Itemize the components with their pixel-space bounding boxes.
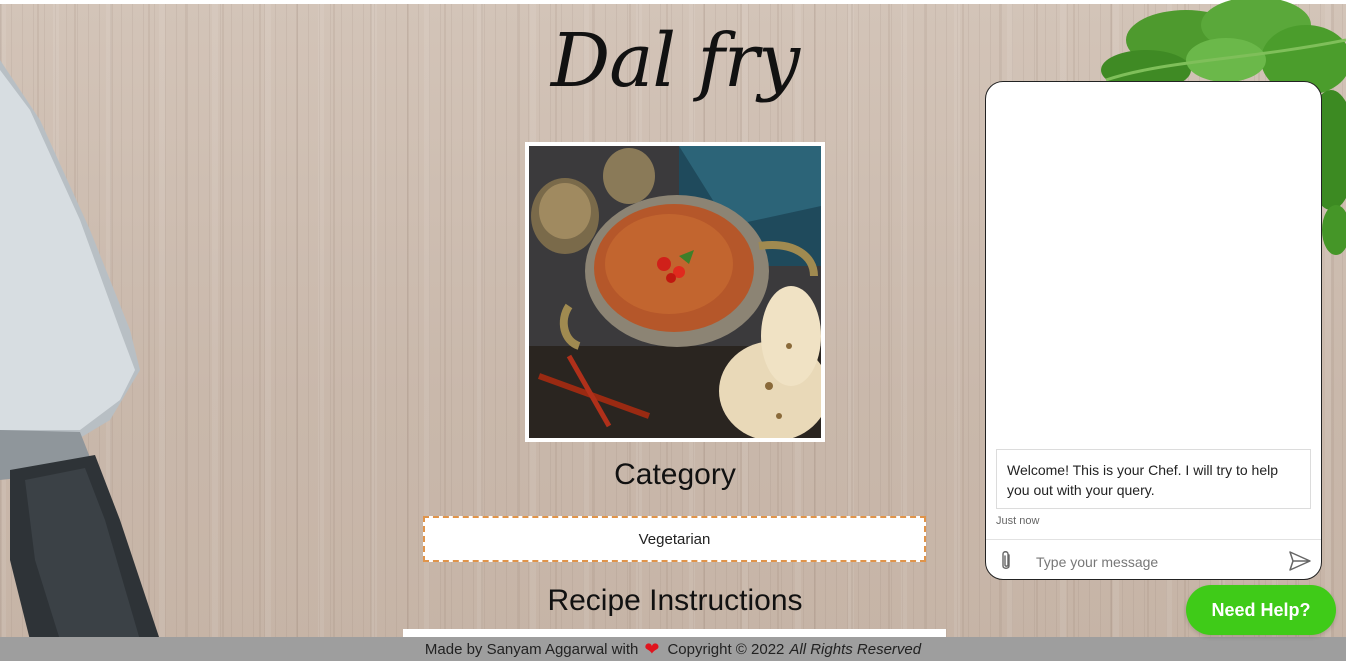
knife-image bbox=[0, 60, 160, 640]
paperclip-icon[interactable] bbox=[998, 549, 1014, 573]
chat-composer bbox=[986, 539, 1321, 579]
need-help-button[interactable]: Need Help? bbox=[1186, 585, 1336, 635]
chat-message-input[interactable] bbox=[1034, 548, 1278, 576]
chat-widget: Welcome! This is your Chef. I will try t… bbox=[985, 81, 1322, 580]
recipe-title: Dal fry bbox=[550, 18, 800, 104]
footer-made-by: Made by Sanyam Aggarwal with bbox=[424, 640, 639, 658]
category-heading: Category bbox=[614, 458, 736, 491]
message-timestamp: Just now bbox=[996, 515, 1040, 527]
chat-message: Welcome! This is your Chef. I will try t… bbox=[996, 449, 1311, 509]
category-label: Vegetarian bbox=[638, 530, 711, 548]
footer-rights: All Rights Reserved bbox=[789, 640, 922, 658]
send-icon[interactable] bbox=[1288, 550, 1312, 572]
recipe-image bbox=[525, 142, 825, 442]
instructions-heading: Recipe Instructions bbox=[547, 584, 803, 617]
footer: Made by Sanyam Aggarwal with ❤ Copyright… bbox=[0, 637, 1346, 661]
category-value: Vegetarian bbox=[423, 516, 926, 562]
footer-copyright: Copyright © 2022 bbox=[667, 640, 785, 658]
heart-icon: ❤ bbox=[644, 639, 660, 659]
